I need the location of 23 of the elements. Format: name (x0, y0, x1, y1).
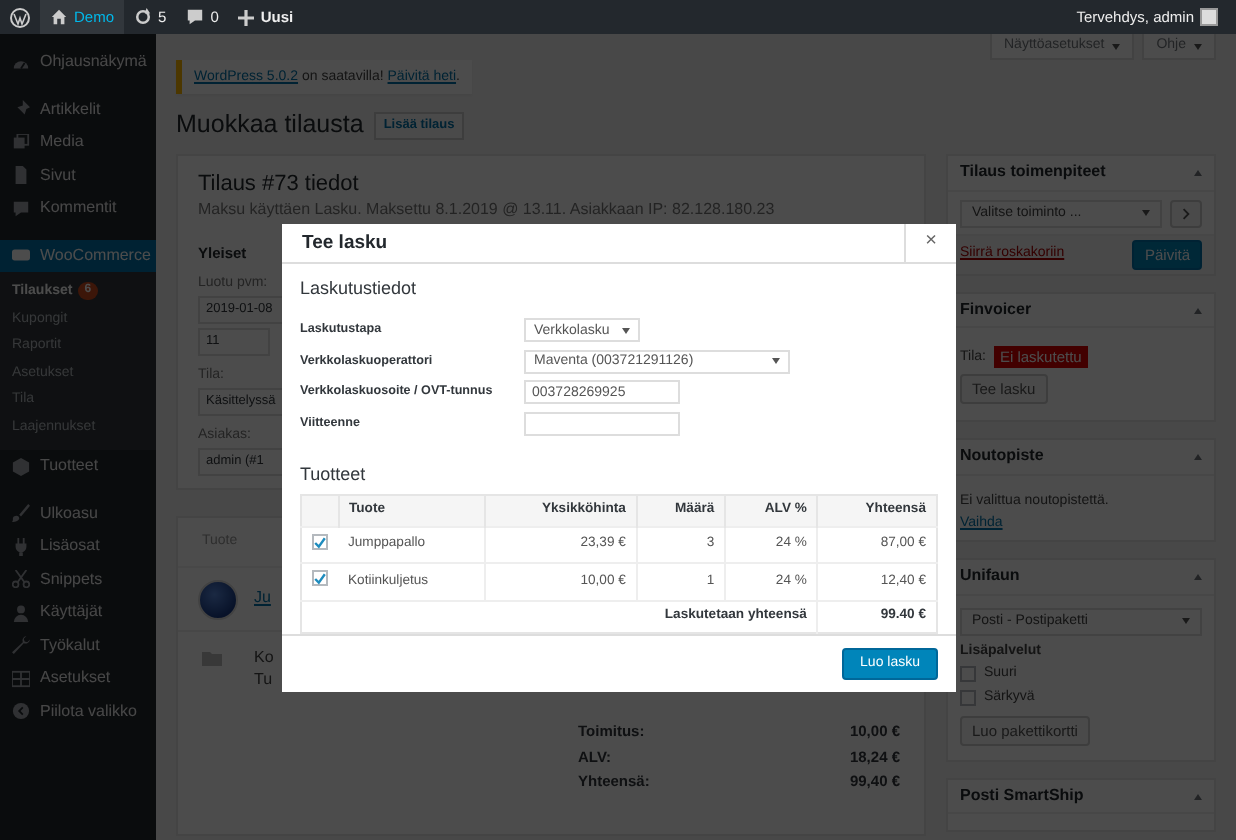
caret-icon (621, 327, 630, 334)
section-heading: Tuotteet (300, 463, 368, 485)
section-heading: Laskutustiedot (300, 277, 419, 299)
home-icon[interactable] (50, 8, 68, 26)
product-link[interactable]: Ju (254, 588, 271, 610)
page-title: Muokkaa tilausta (176, 110, 364, 141)
refresh-icon[interactable] (134, 8, 153, 26)
box-title: Tilaus toimenpiteet (960, 162, 1106, 184)
box-title: Finvoicer (960, 299, 1032, 321)
box-title: Unifaun (960, 566, 1020, 588)
box-title: Posti SmartShip (960, 786, 1084, 807)
text-field[interactable] (524, 411, 680, 436)
checkbox[interactable] (312, 570, 328, 587)
download-text: Tu (254, 669, 274, 690)
caret-icon (772, 358, 780, 365)
plus-icon[interactable] (238, 9, 255, 25)
download-text: Ko (254, 648, 274, 670)
comment-icon[interactable] (186, 8, 205, 26)
box-title: Noutopiste (960, 446, 1044, 468)
order-title: Tilaus #73 tiedot (198, 172, 361, 200)
checkbox[interactable] (312, 534, 328, 551)
modal-title: Tee lasku (300, 229, 390, 258)
logo-icon[interactable] (10, 7, 30, 27)
